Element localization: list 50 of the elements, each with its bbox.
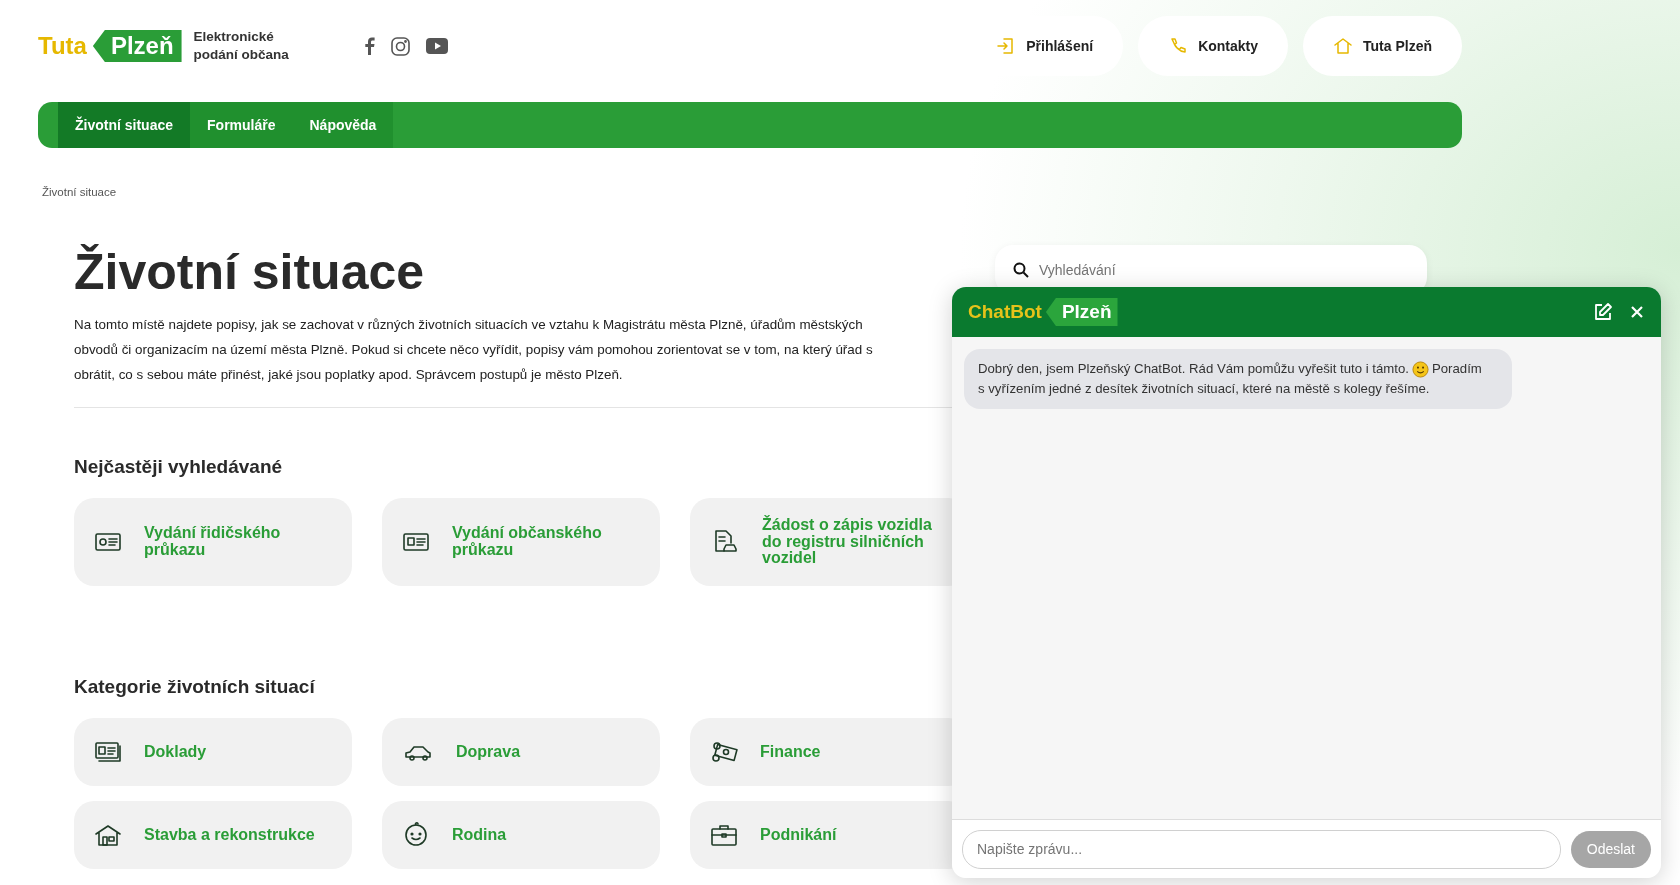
home-icon bbox=[1333, 36, 1354, 56]
baby-face-icon bbox=[402, 821, 430, 849]
close-icon[interactable] bbox=[1631, 306, 1643, 318]
smiley-icon bbox=[1412, 360, 1429, 378]
nav-tab[interactable]: Životní situace bbox=[58, 102, 191, 148]
facebook-icon[interactable] bbox=[363, 37, 375, 55]
chat-title: ChatBot bbox=[968, 301, 1043, 323]
card-label: Rodina bbox=[452, 826, 507, 844]
message-input[interactable]: Napište zprávu... bbox=[962, 829, 1561, 869]
situation-card[interactable]: Vydání občanského průkazu bbox=[382, 498, 660, 586]
breadcrumb[interactable]: Životní situace bbox=[42, 186, 117, 198]
section-heading: Kategorie životních situací bbox=[74, 676, 316, 698]
id-card-icon bbox=[94, 530, 122, 554]
situation-card[interactable]: Doprava bbox=[382, 718, 660, 786]
card-label: Doklady bbox=[144, 743, 207, 761]
header-button[interactable]: Tuta Plzeň bbox=[1303, 16, 1462, 76]
search-icon bbox=[1013, 262, 1029, 278]
id-card-icon bbox=[402, 530, 430, 554]
situation-card[interactable]: Vydání řidičského průkazu bbox=[74, 498, 352, 586]
card-label: Vydání občanského průkazu bbox=[452, 525, 603, 559]
phone-icon bbox=[1168, 36, 1189, 56]
card-label: Vydání řidičského průkazu bbox=[144, 525, 282, 559]
card-label: Žádost o zápis vozidla do registru silničních vozidel bbox=[762, 516, 933, 568]
logo-word[interactable]: Tuta bbox=[38, 32, 93, 60]
card-label: Podnikání bbox=[760, 826, 837, 844]
money-icon bbox=[710, 740, 738, 764]
id-card-icon bbox=[94, 740, 122, 764]
header-button[interactable]: Kontakty bbox=[1138, 16, 1289, 76]
briefcase-icon bbox=[710, 823, 738, 847]
message-text: s vyřízením jedné z desítek životních situací, které na městě s kolegy řešíme. bbox=[978, 380, 1431, 398]
section-heading: Nejčastěji vyhledávané bbox=[74, 456, 284, 478]
message-text: Dobrý den, jsem Plzeňský ChatBot. Rád Vám pomůžu vyřešit tuto i támto. bbox=[978, 360, 1409, 378]
card-label: Stavba a rekonstrukce bbox=[144, 826, 315, 844]
card-label: Finance bbox=[760, 743, 821, 761]
description: Na tomto místě najdete popisy, jak se zachovat v různých životních situacích ve vztahu k Magistrátu města Plzně, úřadům městských obvodů či organizacím na území města Plzně. Pokud si chcete něco vyřídit, popisy vám pomohou zorientovat se v tom, na který úřad s obrátit, co s sebou máte přinést, jaké jsou poplatky apod. Správcem postupů je město Plzeň. bbox=[74, 316, 874, 384]
card-label: Doprava bbox=[456, 743, 521, 761]
house-icon bbox=[94, 823, 122, 847]
nav-tab[interactable]: Nápověda bbox=[292, 102, 394, 148]
instagram-icon[interactable] bbox=[390, 36, 410, 56]
situation-card[interactable]: Rodina bbox=[382, 801, 660, 869]
message-text: Poradím bbox=[1432, 360, 1482, 378]
situation-card[interactable]: Stavba a rekonstrukce bbox=[74, 801, 352, 869]
tagline: Elektronické podání občana bbox=[193, 28, 290, 64]
page-title: Životní situace bbox=[74, 245, 426, 300]
chat-logo-badge: Plzeň bbox=[1045, 298, 1118, 326]
video-play-icon[interactable] bbox=[425, 38, 448, 54]
nav-tab[interactable]: Formuláře bbox=[190, 102, 293, 148]
edit-icon[interactable] bbox=[1593, 302, 1613, 322]
logo-badge[interactable]: Plzeň bbox=[92, 30, 182, 62]
situation-card[interactable]: Doklady bbox=[74, 718, 352, 786]
